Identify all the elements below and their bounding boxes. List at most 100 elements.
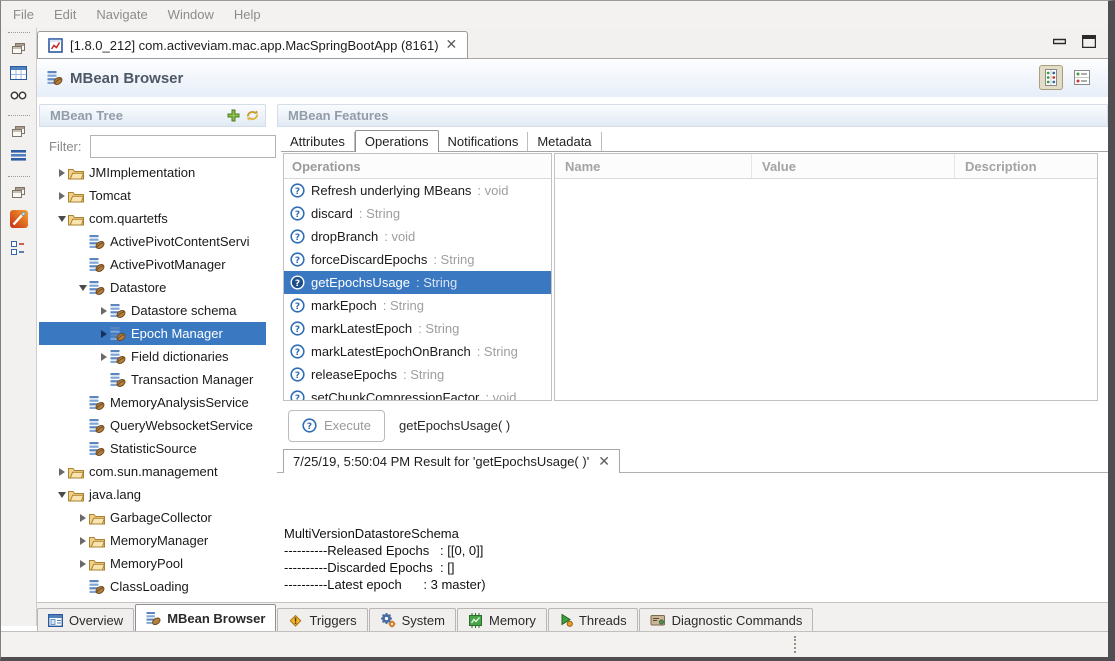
mbean-tree: JMImplementation Tomcat com.quartetfs Activ…	[39, 161, 266, 601]
bottom-tab-mbean-browser[interactable]: MBean Browser	[135, 604, 276, 631]
tab-notifications[interactable]: Notifications	[439, 132, 529, 151]
chevron-down-icon[interactable]	[55, 216, 68, 222]
status-strip	[1, 631, 1108, 657]
close-icon[interactable]: ✕	[598, 455, 610, 469]
refresh-icon[interactable]	[245, 108, 260, 123]
operation-forcediscardepochs[interactable]: ?forceDiscardEpochs : String	[284, 248, 551, 271]
menu-item-window[interactable]: Window	[168, 7, 214, 22]
close-icon[interactable]: ✕	[446, 38, 458, 52]
bottom-tab-system[interactable]: System	[369, 608, 456, 631]
tree-item-java-lang[interactable]: java.lang	[39, 483, 266, 506]
tree-item-label: Datastore schema	[131, 303, 237, 318]
tree-item-activepivotmanager[interactable]: ActivePivotManager	[39, 253, 266, 276]
tree-item-datastore[interactable]: Datastore	[39, 276, 266, 299]
sash-handle[interactable]	[794, 636, 796, 653]
tree-item-com-sun-management[interactable]: com.sun.management	[39, 460, 266, 483]
tree-item-classloading[interactable]: ClassLoading	[39, 575, 266, 598]
operation-refresh-underlying-mbeans[interactable]: ?Refresh underlying MBeans : void	[284, 179, 551, 202]
column-header-value: Value	[752, 154, 955, 178]
tree-item-transaction-manager[interactable]: Transaction Manager	[39, 368, 266, 391]
operation-marklatestepoch[interactable]: ?markLatestEpoch : String	[284, 317, 551, 340]
binoculars-icon[interactable]	[10, 91, 27, 100]
tree-item-com-quartetfs[interactable]: com.quartetfs	[39, 207, 266, 230]
restore-view-icon[interactable]	[11, 125, 26, 138]
chevron-right-icon[interactable]	[97, 330, 110, 338]
horizontal-layout-icon[interactable]	[1071, 67, 1093, 88]
mbean-browser-form: MBean Browser MBean Tree Filter: JMImple…	[37, 59, 1109, 602]
bottom-tab-threads[interactable]: Threads	[548, 608, 638, 631]
table-view-icon[interactable]	[10, 66, 27, 80]
chevron-down-icon[interactable]	[76, 285, 89, 291]
execute-button[interactable]: ? Execute	[288, 410, 385, 442]
chevron-right-icon[interactable]	[55, 468, 68, 476]
vertical-layout-icon[interactable]	[1039, 65, 1063, 90]
mbean-icon	[89, 234, 105, 250]
editor-tab-connection[interactable]: [1.8.0_212] com.activeviam.mac.app.MacSp…	[37, 31, 468, 59]
jmc-app-icon[interactable]	[10, 210, 28, 228]
bottom-tab-diagnostic-commands[interactable]: Diagnostic Commands	[639, 608, 814, 631]
operation-marklatestepochonbranch[interactable]: ?markLatestEpochOnBranch : String	[284, 340, 551, 363]
collapsed-arrow	[59, 192, 65, 200]
chevron-right-icon[interactable]	[97, 353, 110, 361]
tree-item-label: ActivePivotContentServi	[110, 234, 249, 249]
tree-item-querywebsocketservice[interactable]: QueryWebsocketService	[39, 414, 266, 437]
tree-item-garbagecollector[interactable]: GarbageCollector	[39, 506, 266, 529]
column-header-name: Name	[555, 154, 752, 178]
restore-view-icon[interactable]	[11, 42, 26, 55]
question-icon: ?	[290, 344, 305, 359]
menu-item-edit[interactable]: Edit	[54, 7, 76, 22]
chevron-right-icon[interactable]	[55, 169, 68, 177]
tree-item-memorymanager[interactable]: MemoryManager	[39, 529, 266, 552]
chevron-right-icon[interactable]	[55, 192, 68, 200]
svg-text:?: ?	[295, 371, 300, 381]
question-icon: ?	[290, 275, 305, 290]
mbean-icon	[47, 70, 63, 86]
maximize-icon[interactable]	[1082, 35, 1096, 48]
menu-item-navigate[interactable]: Navigate	[96, 7, 147, 22]
chevron-right-icon[interactable]	[76, 560, 89, 568]
bottom-tab-memory[interactable]: Memory	[457, 608, 547, 631]
collapsed-arrow	[59, 468, 65, 476]
operation-discard[interactable]: ?discard : String	[284, 202, 551, 225]
tree-item-activepivotcontentservi[interactable]: ActivePivotContentServi	[39, 230, 266, 253]
restore-view-icon[interactable]	[11, 186, 26, 199]
menu-item-file[interactable]: File	[13, 7, 34, 22]
list-view-icon[interactable]	[11, 149, 26, 161]
tree-item-tomcat[interactable]: Tomcat	[39, 184, 266, 207]
tab-metadata[interactable]: Metadata	[528, 132, 601, 151]
operation-dropbranch[interactable]: ?dropBranch : void	[284, 225, 551, 248]
tab-attributes[interactable]: Attributes	[281, 132, 355, 151]
bottom-tab-triggers[interactable]: !Triggers	[277, 608, 367, 631]
operation-setchunkcompressionfactor[interactable]: ?setChunkCompressionFactor : void	[284, 386, 551, 401]
operation-releaseepochs[interactable]: ?releaseEpochs : String	[284, 363, 551, 386]
tree-item-datastore-schema[interactable]: Datastore schema	[39, 299, 266, 322]
outline-view-icon[interactable]	[10, 239, 27, 256]
chevron-right-icon[interactable]	[97, 307, 110, 315]
chevron-right-icon[interactable]	[76, 514, 89, 522]
tab-operations[interactable]: Operations	[355, 130, 439, 152]
operation-markepoch[interactable]: ?markEpoch : String	[284, 294, 551, 317]
tree-item-jmimplementation[interactable]: JMImplementation	[39, 161, 266, 184]
toolbar-separator	[8, 115, 30, 116]
filter-input[interactable]	[90, 135, 276, 158]
tree-item-memorypool[interactable]: MemoryPool	[39, 552, 266, 575]
tree-item-statisticsource[interactable]: StatisticSource	[39, 437, 266, 460]
execute-label: Execute	[324, 418, 371, 433]
mbean-icon	[89, 579, 105, 595]
tree-item-field-dictionaries[interactable]: Field dictionaries	[39, 345, 266, 368]
tree-item-memoryanalysisservice[interactable]: MemoryAnalysisService	[39, 391, 266, 414]
folder-icon	[89, 557, 105, 571]
minimize-icon[interactable]	[1053, 38, 1066, 45]
chevron-right-icon[interactable]	[76, 537, 89, 545]
bottom-tab-overview[interactable]: Overview	[37, 608, 134, 631]
chevron-down-icon[interactable]	[55, 492, 68, 498]
operation-return-type: : String	[477, 344, 518, 359]
tree-item-epoch-manager[interactable]: Epoch Manager	[39, 322, 266, 345]
result-tab[interactable]: 7/25/19, 5:50:04 PM Result for 'getEpoch…	[283, 449, 620, 473]
tree-item-label: Tomcat	[89, 188, 131, 203]
question-icon: ?	[290, 229, 305, 244]
menu-item-help[interactable]: Help	[234, 7, 261, 22]
operation-getepochsusage[interactable]: ?getEpochsUsage : String	[284, 271, 551, 294]
add-mbean-icon[interactable]	[227, 109, 240, 122]
operations-panel: Operations ?Refresh underlying MBeans : …	[283, 153, 552, 401]
